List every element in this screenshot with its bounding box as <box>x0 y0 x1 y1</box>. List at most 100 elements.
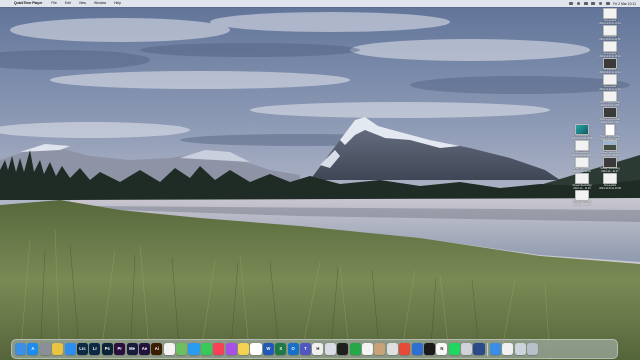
dock-safari-icon[interactable] <box>188 343 200 355</box>
menu-bar-status-area: Fri 2 Mar 10:11 <box>569 0 636 7</box>
dock-messages-icon[interactable] <box>200 343 212 355</box>
dock-lightroom-icon[interactable]: Lr <box>89 343 101 355</box>
file-thumbnail-icon <box>603 90 617 102</box>
file-thumbnail-icon <box>575 123 589 135</box>
dock-google-chrome-icon[interactable] <box>399 343 411 355</box>
desktop-wallpaper <box>0 0 640 360</box>
dock-launchpad-icon[interactable] <box>39 343 51 355</box>
file-thumbnail-icon <box>603 8 617 19</box>
file-thumbnail-icon <box>603 41 617 52</box>
file-thumbnail-icon <box>603 57 617 69</box>
dock-notes-icon[interactable] <box>238 343 250 355</box>
dock-app-glyph: Ai <box>154 345 159 351</box>
dock-after-effects-icon[interactable]: Ae <box>138 343 150 355</box>
dock-illustrator-icon[interactable]: Ai <box>151 343 163 355</box>
dock-photos-icon[interactable] <box>163 343 175 355</box>
desktop-file-icon[interactable]: Screenshot 2024-11-06 at 11.58 <box>597 24 623 43</box>
menu-help[interactable]: Help <box>114 0 121 7</box>
menu-app-name[interactable]: QuickTime Player <box>14 0 42 7</box>
desktop-file-icon[interactable]: Screenshot 2024-12-03 at 10.38 <box>597 173 623 191</box>
search-icon[interactable] <box>598 1 603 6</box>
status-icon[interactable] <box>569 1 574 6</box>
dock-mail-icon[interactable] <box>64 343 76 355</box>
dock-photoshop-icon[interactable]: Ps <box>101 343 113 355</box>
status-icon[interactable] <box>576 1 581 6</box>
dock-activity-monitor-icon[interactable] <box>386 343 398 355</box>
dock: A Lrc Lr Ps Pr Me Ae Ai W X O T H N <box>11 339 618 359</box>
menu-edit[interactable]: Edit <box>65 0 71 7</box>
dock-word-icon[interactable]: W <box>262 343 274 355</box>
desktop-file-icon[interactable]: Screenshot 2024-11-22 at 14.41 <box>597 57 623 76</box>
file-thumbnail-icon <box>605 123 615 136</box>
dock-vpn-icon[interactable] <box>411 343 423 355</box>
desktop-file-icon[interactable]: Screen Recording 2024-11-...10.30 <box>569 156 595 175</box>
dock-clock-icon[interactable] <box>337 343 349 355</box>
dock-app-glyph: A <box>31 345 35 351</box>
dock-preview-icon[interactable] <box>324 343 336 355</box>
dock-music-icon[interactable] <box>213 343 225 355</box>
menu-clock[interactable]: Fri 2 Mar 10:11 <box>613 2 636 6</box>
dock-quicktime-player-icon[interactable] <box>473 343 485 355</box>
file-thumbnail-icon <box>603 173 617 184</box>
desktop-file-icon[interactable]: Screen Recording 2024-11-...11.06 <box>569 173 595 191</box>
dock-app-glyph: Lr <box>92 345 97 351</box>
dock-excel-icon[interactable]: X <box>275 343 287 355</box>
desktop-file-icon[interactable]: Screenshot 2024-11-20 at 16.04 <box>597 41 623 59</box>
file-thumbnail-icon <box>575 140 589 151</box>
battery-icon[interactable] <box>583 1 588 6</box>
desktop-file-icon[interactable]: Screenshot 2024-11-05 at 10.33 <box>597 8 623 26</box>
dock-discord-icon[interactable] <box>461 343 473 355</box>
dock-app-glyph: H <box>316 345 320 351</box>
dock-separator <box>486 342 488 356</box>
dock-app-glyph: N <box>440 345 444 351</box>
menu-file[interactable]: File <box>51 0 56 7</box>
dock-app-glyph: W <box>266 345 271 351</box>
dock-app-glyph: Me <box>129 345 135 351</box>
desktop-file-icon[interactable]: How to get a whitebackground...000 <box>597 90 623 109</box>
desktop-file-icon[interactable]: Screenshot 2024-11-23 at 10.49 <box>597 74 623 92</box>
dock-notion-icon[interactable]: N <box>436 343 448 355</box>
file-thumbnail-icon <box>575 173 589 184</box>
dock-lightroom-classic-icon[interactable]: Lrc <box>76 343 89 355</box>
dock-document-icon[interactable] <box>502 343 514 355</box>
file-date-label: 2024-12-03 at 10.38 <box>599 186 621 190</box>
desktop-file-icon[interactable]: Screen Recording 2024-11-...12.19 <box>569 189 595 208</box>
dock-teams-icon[interactable]: T <box>299 343 312 355</box>
desktop-file-icon[interactable]: Screen Recording 2024-11-...11.47 <box>597 156 623 175</box>
dock-app-glyph: T <box>304 345 307 351</box>
file-thumbnail-icon <box>603 107 617 118</box>
dock-maps-icon[interactable] <box>176 343 188 355</box>
dock-finder-icon[interactable] <box>15 343 27 355</box>
dock-chrome-icon[interactable] <box>52 343 64 355</box>
menu-window[interactable]: Window <box>94 0 106 7</box>
dock-cleanmymac-icon[interactable] <box>423 343 435 355</box>
dock-outlook-icon[interactable]: O <box>287 343 299 355</box>
wifi-icon[interactable] <box>591 1 596 6</box>
file-thumbnail-icon <box>603 156 617 168</box>
dock-podcasts-icon[interactable] <box>225 343 237 355</box>
dock-downloads-icon[interactable] <box>489 343 501 355</box>
desktop-file-icon[interactable]: Screen Recording 2024-11-...12.30 <box>597 140 623 158</box>
dock-premiere-pro-icon[interactable]: Pr <box>114 343 126 355</box>
dock-calendar-icon[interactable] <box>250 343 262 355</box>
control-center-icon[interactable] <box>605 1 610 6</box>
dock-app-glyph: Lrc <box>79 345 86 351</box>
file-thumbnail-icon <box>603 140 617 151</box>
dock-screenshot-stack-icon[interactable] <box>514 343 526 355</box>
file-thumbnail-icon <box>575 156 589 168</box>
dock-evernote-icon[interactable] <box>349 343 361 355</box>
desktop-file-icon[interactable]: Screenshot 2024-12-03 at 10.39 <box>569 123 595 142</box>
dock-contacts-icon[interactable] <box>374 343 386 355</box>
dock-reminders-icon[interactable] <box>361 343 374 355</box>
dock-hemingway-icon[interactable]: H <box>312 343 324 355</box>
menu-view[interactable]: View <box>79 0 86 7</box>
dock-app-store-icon[interactable]: A <box>27 343 39 355</box>
dock-spotify-icon[interactable] <box>448 343 460 355</box>
desktop-file-icon[interactable]: How to get a whitebackground...000 <box>597 107 623 125</box>
dock-trash-icon[interactable] <box>526 343 538 355</box>
desktop-file-icon[interactable]: Screenshot 2024-12-05 at 09.16 <box>569 140 595 158</box>
file-thumbnail-icon <box>575 189 589 201</box>
dock-media-encoder-icon[interactable]: Me <box>126 343 138 355</box>
menu-bar: QuickTime Player File Edit View Window H… <box>0 0 640 7</box>
dock-app-glyph: X <box>279 345 283 351</box>
